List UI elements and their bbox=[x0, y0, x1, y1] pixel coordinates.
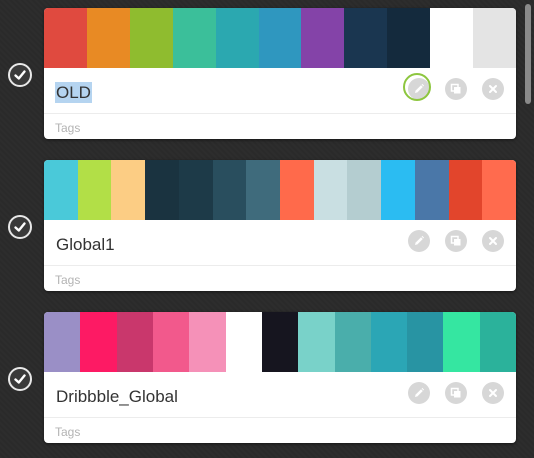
color-swatch[interactable] bbox=[44, 312, 81, 372]
scrollbar[interactable] bbox=[522, 0, 534, 458]
color-swatch[interactable] bbox=[298, 312, 335, 372]
palette-list: OLD Tags Global1 Tags Dribbble_Global Tags bbox=[0, 0, 534, 458]
color-swatch[interactable] bbox=[116, 312, 153, 372]
scrollbar-thumb[interactable] bbox=[525, 4, 531, 104]
color-swatch[interactable] bbox=[334, 312, 371, 372]
color-swatch[interactable] bbox=[370, 312, 408, 372]
palette-name[interactable]: Dribbble_Global bbox=[55, 386, 179, 407]
check-circle-icon[interactable] bbox=[8, 367, 32, 391]
palette-card[interactable]: Dribbble_Global Tags bbox=[44, 312, 516, 443]
close-icon[interactable] bbox=[482, 382, 504, 404]
palette-actions bbox=[408, 382, 504, 404]
color-swatch[interactable] bbox=[225, 312, 262, 372]
color-swatch[interactable] bbox=[80, 312, 117, 372]
palette-row: Dribbble_Global Tags bbox=[0, 0, 520, 458]
edit-pencil-icon[interactable] bbox=[408, 382, 430, 404]
palette-swatches[interactable] bbox=[44, 312, 516, 372]
palette-name-bar: Dribbble_Global bbox=[44, 372, 516, 418]
color-swatch[interactable] bbox=[443, 312, 480, 372]
tags-field[interactable]: Tags bbox=[55, 425, 80, 439]
color-swatch[interactable] bbox=[189, 312, 226, 372]
color-swatch[interactable] bbox=[479, 312, 516, 372]
color-swatch[interactable] bbox=[261, 312, 299, 372]
color-swatch[interactable] bbox=[152, 312, 190, 372]
duplicate-icon[interactable] bbox=[445, 382, 467, 404]
color-swatch[interactable] bbox=[407, 312, 444, 372]
